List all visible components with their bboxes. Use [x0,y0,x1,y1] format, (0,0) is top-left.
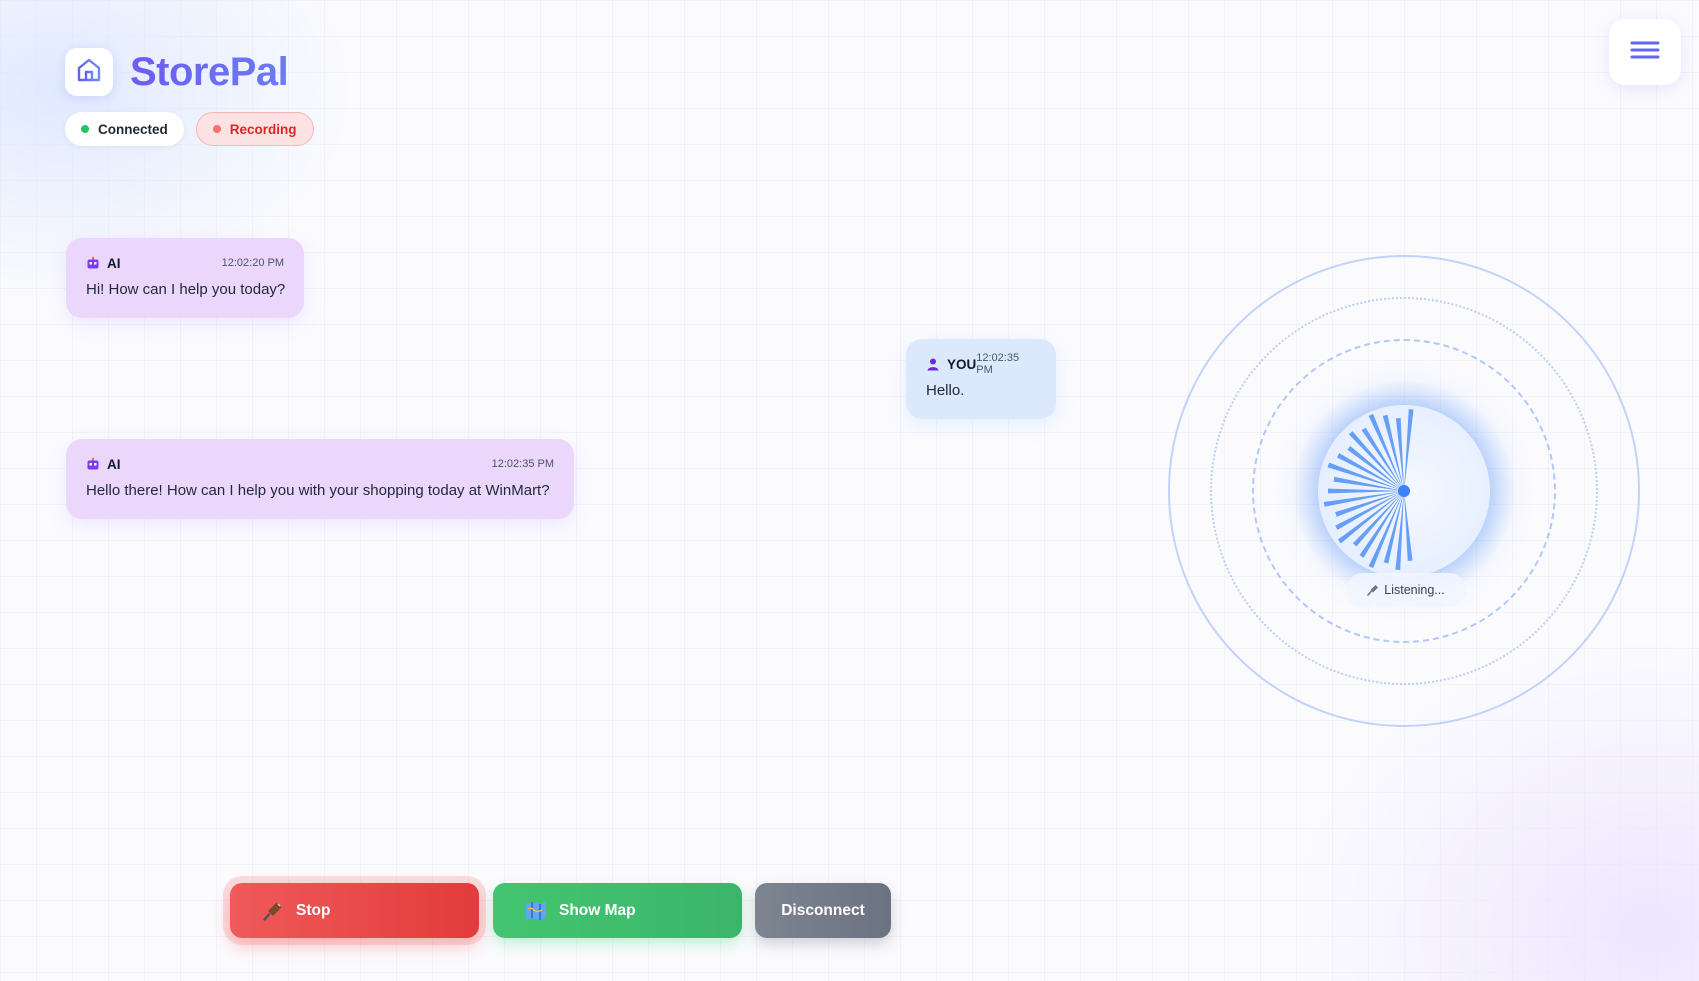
waveform-ray [1335,491,1404,517]
recording-badge: Recording [195,112,314,146]
waveform-ray [1361,427,1404,491]
status-row: Connected Recording [65,112,314,146]
disconnect-label: Disconnect [781,901,865,919]
message-text: Hi! How can I help you today? [86,281,286,298]
microphone-icon [1367,584,1379,596]
message-time: 12:02:20 PM [221,257,284,269]
robot-icon [86,457,100,471]
menu-button[interactable] [1609,19,1681,85]
microphone-icon [262,900,284,922]
voice-orb[interactable] [1318,405,1490,577]
home-icon [75,56,103,89]
connected-label: Connected [98,121,168,137]
message-text: Hello there! How can I help you with you… [86,482,550,499]
message-sender: YOU [947,356,977,372]
message-sender: AI [107,255,121,271]
show-map-button[interactable]: Show Map [493,883,742,938]
connected-badge: Connected [65,112,184,146]
waveform-ray [1359,491,1404,558]
recording-label: Recording [229,121,297,137]
stop-label: Stop [296,901,331,919]
message-time: 12:02:35 PM [976,352,1020,376]
robot-icon [86,256,100,270]
map-icon [525,901,547,921]
waveform-ray [1327,462,1404,491]
hamburger-menu-icon [1630,39,1660,66]
disconnect-button[interactable]: Disconnect [755,883,891,938]
listening-label: Listening... [1384,583,1445,597]
chat-message-ai: AI 12:02:20 PM Hi! How can I help you to… [66,238,304,318]
waveform-rays-icon [1323,409,1414,570]
brand-header: StorePal [65,48,289,96]
orb-center [1398,485,1410,497]
message-text: Hello. [926,382,965,399]
message-sender: AI [107,456,121,472]
waveform-ray [1404,491,1413,561]
stop-button[interactable]: Stop [230,883,479,938]
voice-visualizer: Listening... [1168,255,1640,727]
connected-dot-icon [81,125,89,133]
home-button[interactable] [65,48,113,96]
listening-indicator: Listening... [1346,573,1466,607]
show-map-label: Show Map [559,901,636,919]
waveform-ray [1404,409,1414,491]
recording-dot-icon [212,125,221,133]
user-icon [926,357,940,371]
message-time: 12:02:35 PM [491,458,554,470]
chat-message-ai: AI 12:02:35 PM Hello there! How can I he… [66,439,574,519]
app-title: StorePal [130,49,289,94]
chat-message-user: YOU 12:02:35 PM Hello. [906,339,1056,419]
